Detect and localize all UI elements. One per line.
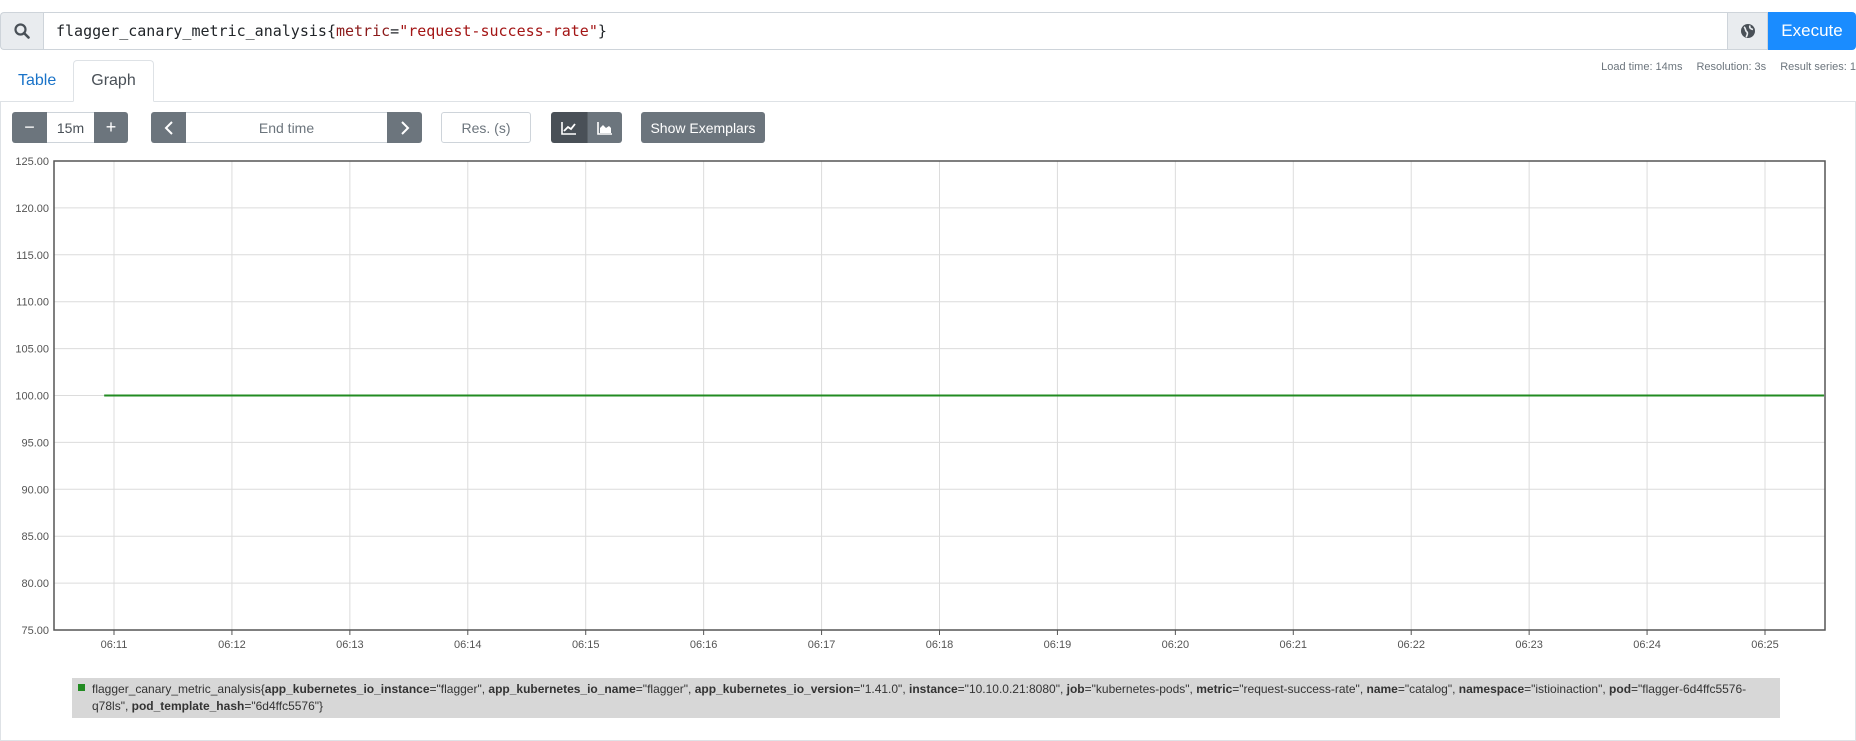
legend-label-key: job xyxy=(1066,682,1085,696)
x-tick-label: 06:16 xyxy=(690,639,718,651)
time-series-chart[interactable]: 125.00 120.00 115.00 110.00 105.00 100.00 95.0… xyxy=(0,150,1856,660)
query-stats: Load time: 14ms Resolution: 3s Result se… xyxy=(1601,61,1856,73)
chart-type-toggle xyxy=(551,112,622,143)
x-tick-label: 06:24 xyxy=(1633,639,1661,651)
chevron-right-icon xyxy=(400,120,409,135)
query-expression-input[interactable]: flagger_canary_metric_analysis{metric = "r… xyxy=(43,12,1728,50)
view-tabs: Table Graph xyxy=(0,60,154,102)
query-metric-name: flagger_canary_metric_analysis xyxy=(56,22,327,40)
resolution: Resolution: 3s xyxy=(1696,61,1767,73)
x-tick-label: 06:25 xyxy=(1751,639,1779,651)
x-tick-label: 06:15 xyxy=(572,639,600,651)
legend-label-key: pod_template_hash xyxy=(131,699,245,713)
y-tick-label: 80.00 xyxy=(21,578,49,590)
y-tick-label: 95.00 xyxy=(21,437,49,449)
x-tick-label: 06:19 xyxy=(1044,639,1072,651)
y-tick-label: 100.00 xyxy=(15,391,49,403)
resolution-control: Res. (s) xyxy=(441,112,531,143)
x-tick-label: 06:14 xyxy=(454,639,482,651)
area-chart-icon xyxy=(597,121,612,135)
line-chart-button[interactable] xyxy=(551,112,587,143)
line-chart-icon xyxy=(561,121,576,135)
query-bar: flagger_canary_metric_analysis{metric = "r… xyxy=(0,12,1856,50)
x-tick-label: 06:11 xyxy=(101,639,128,651)
legend-label-key: app_kubernetes_io_name xyxy=(488,682,636,696)
load-time: Load time: 14ms xyxy=(1601,61,1683,73)
x-tick-label: 06:17 xyxy=(808,639,836,651)
legend-label-key: namespace xyxy=(1458,682,1525,696)
series-label: flagger_canary_metric_analysis{app_kuber… xyxy=(92,682,1747,713)
x-tick-label: 06:13 xyxy=(336,639,364,651)
range-control: − 15m + xyxy=(12,112,128,143)
tab-table[interactable]: Table xyxy=(1,60,73,102)
legend-label-key: app_kubernetes_io_version xyxy=(694,682,854,696)
series-legend[interactable]: flagger_canary_metric_analysis{app_kuber… xyxy=(72,678,1780,718)
x-tick-label: 06:12 xyxy=(218,639,246,651)
x-tick-label: 06:20 xyxy=(1162,639,1190,651)
legend-label-key: metric xyxy=(1196,682,1233,696)
exemplars-control: Show Exemplars xyxy=(641,112,765,143)
end-time-control: End time xyxy=(151,112,422,143)
y-tick-label: 105.00 xyxy=(15,344,49,356)
y-tick-label: 115.00 xyxy=(16,250,49,262)
y-tick-label: 75.00 xyxy=(21,625,49,637)
y-tick-label: 85.00 xyxy=(21,531,49,543)
search-icon xyxy=(0,12,43,50)
query-label-value: "request-success-rate" xyxy=(399,22,598,40)
y-tick-label: 110.00 xyxy=(16,297,49,309)
legend-label-key: instance xyxy=(908,682,958,696)
decrease-range-button[interactable]: − xyxy=(12,112,47,143)
increase-range-button[interactable]: + xyxy=(94,112,128,143)
stacked-chart-button[interactable] xyxy=(587,112,622,143)
previous-time-button[interactable] xyxy=(151,112,186,143)
query-label-name: metric xyxy=(335,22,391,40)
next-time-button[interactable] xyxy=(387,112,422,143)
resolution-input[interactable]: Res. (s) xyxy=(441,112,531,143)
metrics-explorer-button[interactable] xyxy=(1728,12,1768,50)
y-tick-label: 120.00 xyxy=(15,203,49,215)
x-tick-label: 06:23 xyxy=(1515,639,1543,651)
legend-label-key: name xyxy=(1366,682,1398,696)
legend-label-key: app_kubernetes_io_instance xyxy=(264,682,430,696)
tab-graph[interactable]: Graph xyxy=(73,60,154,102)
legend-label-key: pod xyxy=(1609,682,1632,696)
y-tick-label: 90.00 xyxy=(21,484,49,496)
execute-button[interactable]: Execute xyxy=(1768,12,1856,50)
end-time-input[interactable]: End time xyxy=(186,112,387,143)
x-tick-label: 06:21 xyxy=(1280,639,1308,651)
globe-icon xyxy=(1740,24,1755,38)
x-tick-label: 06:18 xyxy=(926,639,954,651)
show-exemplars-button[interactable]: Show Exemplars xyxy=(641,112,765,143)
x-tick-label: 06:22 xyxy=(1397,639,1425,651)
series-color-swatch xyxy=(78,684,85,691)
range-input[interactable]: 15m xyxy=(47,112,94,143)
y-tick-label: 125.00 xyxy=(15,156,49,168)
result-series: Result series: 1 xyxy=(1780,61,1856,73)
chevron-left-icon xyxy=(164,120,173,135)
